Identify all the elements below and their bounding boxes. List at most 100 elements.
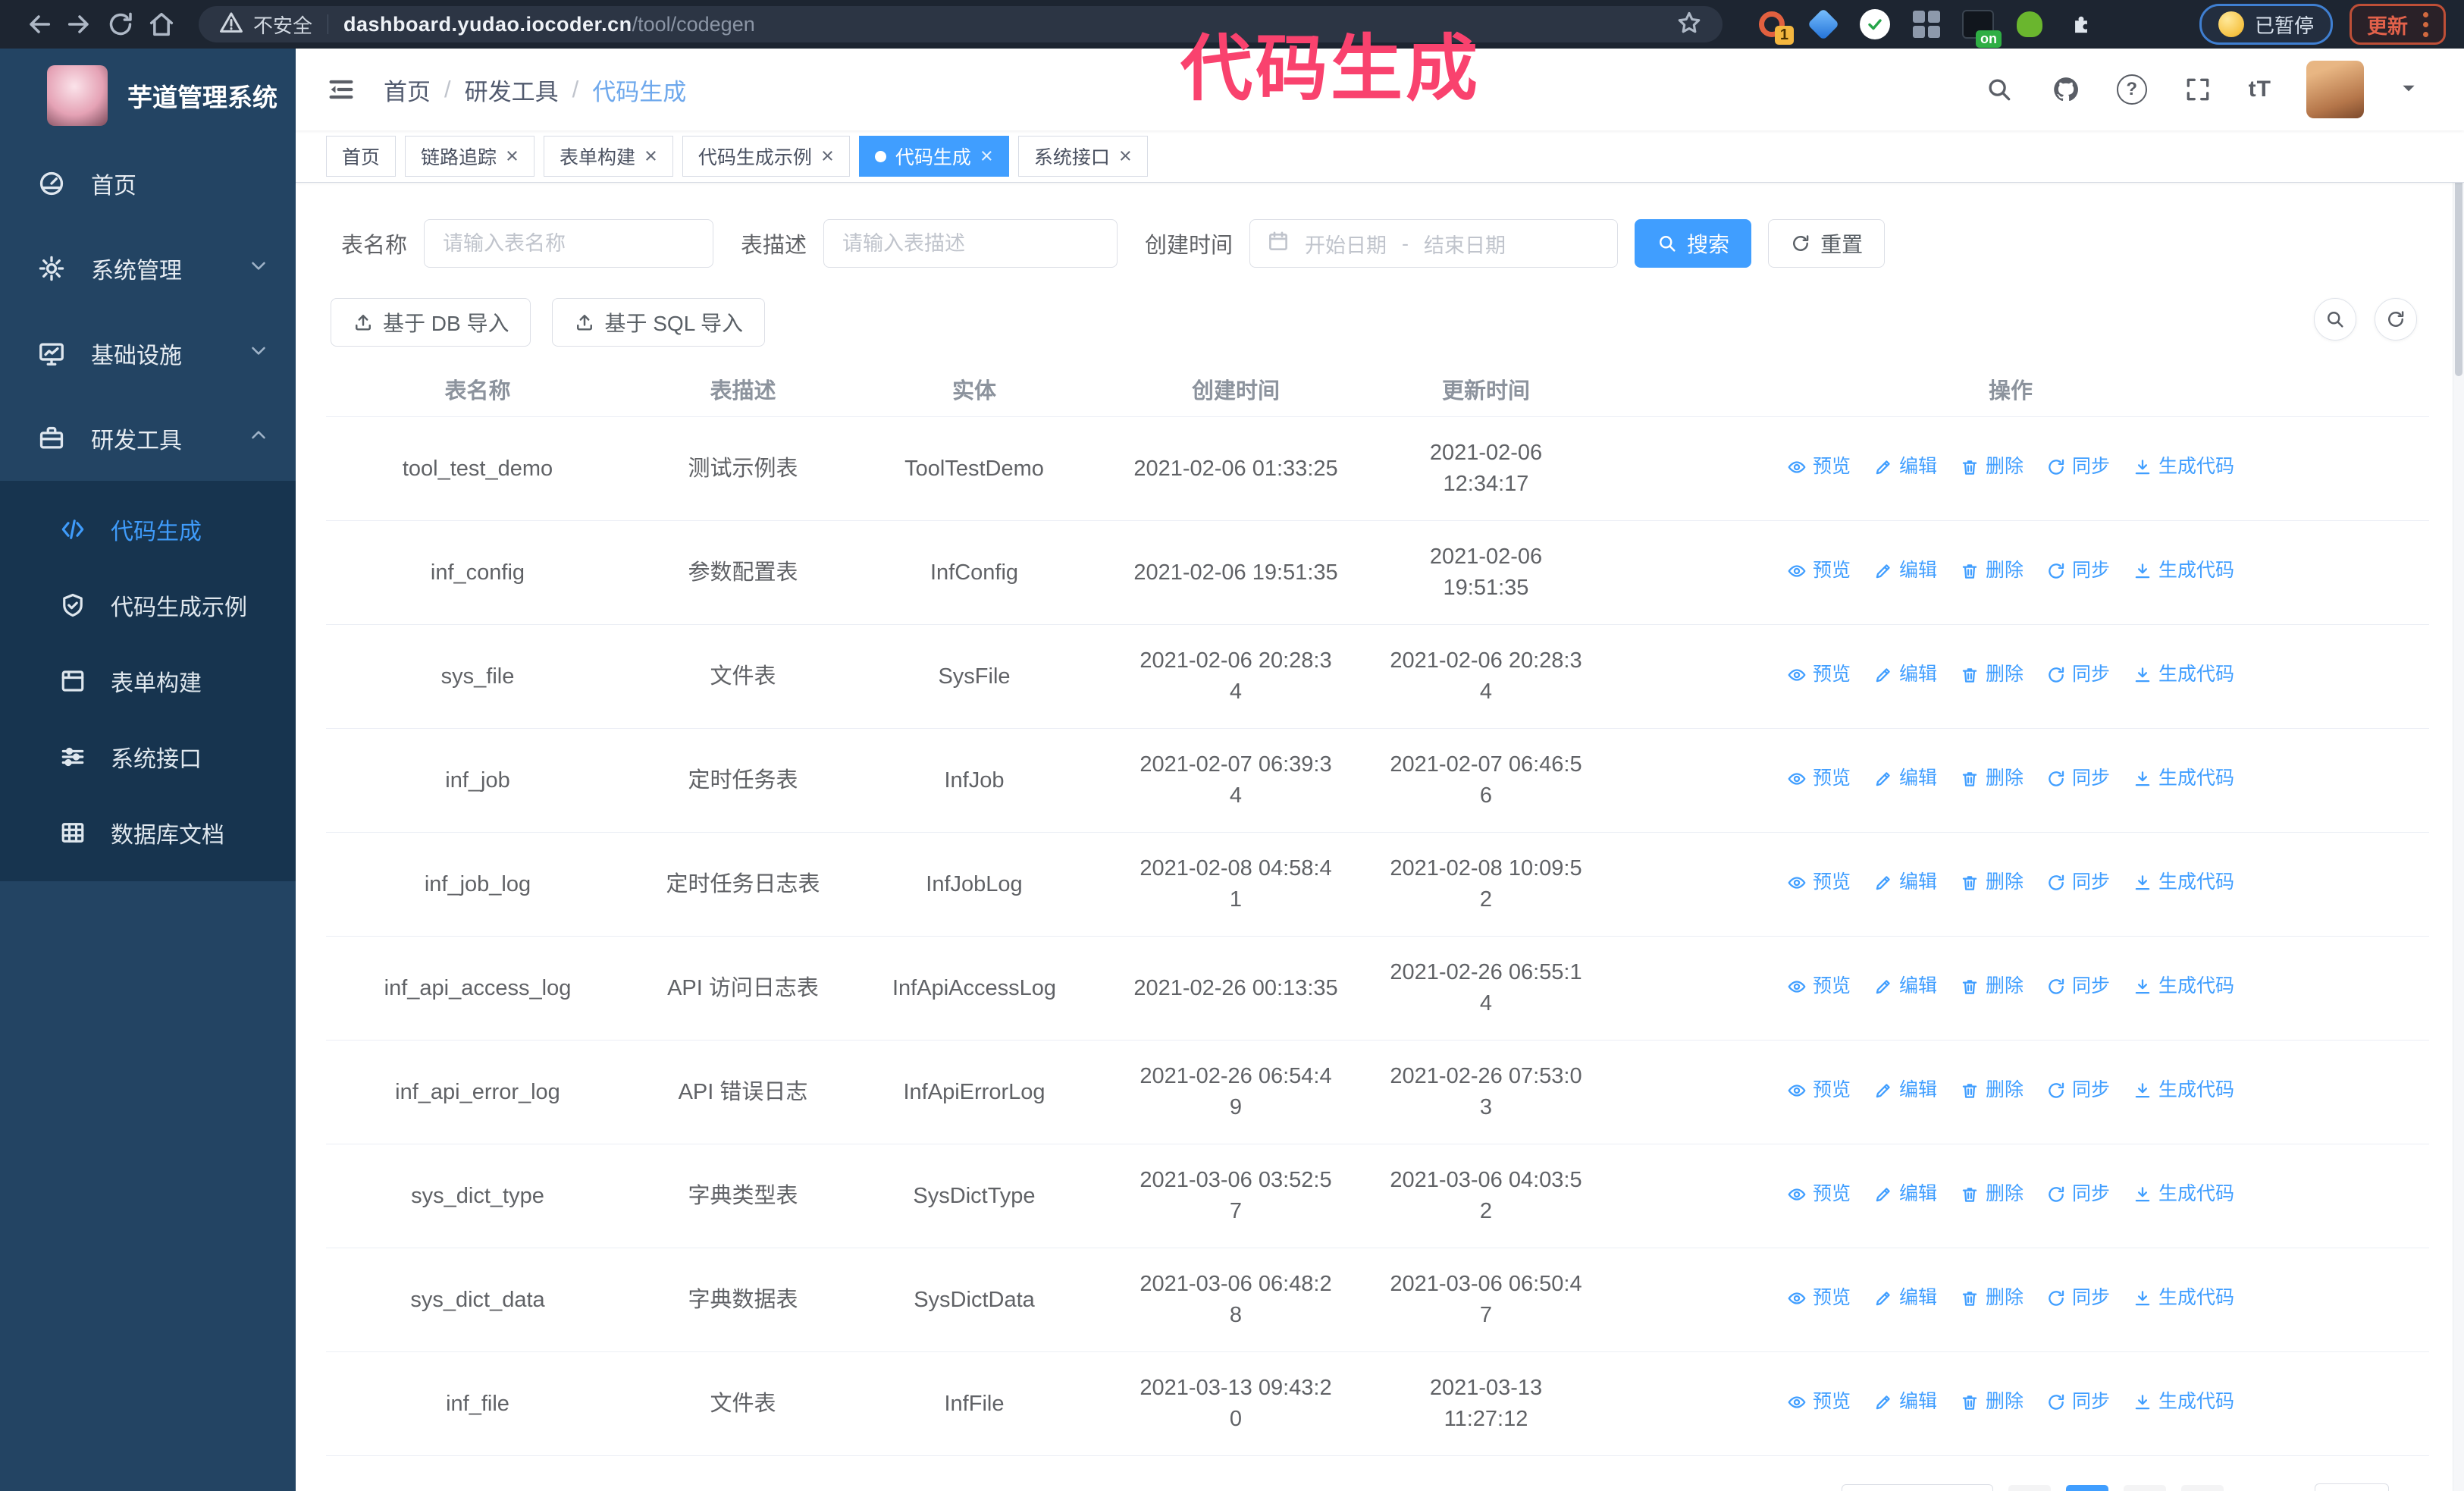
- edit-link[interactable]: 编辑: [1873, 867, 1937, 898]
- sync-link[interactable]: 同步: [2046, 971, 2110, 1002]
- table-row[interactable]: inf_job_log 定时任务日志表 InfJobLog 2021-02-08 04…: [326, 833, 2429, 937]
- vertical-scrollbar[interactable]: [2453, 49, 2464, 1491]
- import-db-button[interactable]: 基于 DB 导入: [331, 298, 531, 347]
- edit-link[interactable]: 编辑: [1873, 1075, 1937, 1106]
- table-row[interactable]: sys_dict_data 字典数据表 SysDictData 2021-03-06 …: [326, 1248, 2429, 1352]
- end-date-placeholder[interactable]: 结束日期: [1424, 229, 1506, 259]
- extension-check-icon[interactable]: [1859, 8, 1891, 40]
- table-row[interactable]: inf_config 参数配置表 InfConfig 2021-02-06 19:51…: [326, 521, 2429, 625]
- preview-link[interactable]: 预览: [1787, 1179, 1851, 1210]
- url-path[interactable]: /tool/codegen: [632, 13, 755, 36]
- sync-link[interactable]: 同步: [2046, 555, 2110, 586]
- tab-系统接口[interactable]: 系统接口 ×: [1017, 136, 1148, 177]
- fullscreen-icon[interactable]: [2182, 74, 2214, 105]
- delete-link[interactable]: 删除: [1960, 451, 2024, 482]
- extension-green-icon[interactable]: [2014, 8, 2045, 40]
- search-button[interactable]: 搜索: [1635, 219, 1752, 268]
- goto-page-input[interactable]: [2315, 1483, 2389, 1491]
- edit-link[interactable]: 编辑: [1873, 763, 1937, 794]
- edit-link[interactable]: 编辑: [1873, 659, 1937, 690]
- preview-link[interactable]: 预览: [1787, 1386, 1851, 1417]
- generate-code-link[interactable]: 生成代码: [2133, 1282, 2234, 1314]
- sidebar-item-db-doc[interactable]: 数据库文档: [0, 795, 296, 871]
- generate-code-link[interactable]: 生成代码: [2133, 1179, 2234, 1210]
- date-range-picker[interactable]: 开始日期 - 结束日期: [1249, 219, 1619, 268]
- tab-链路追踪[interactable]: 链路追踪 ×: [405, 136, 534, 177]
- sidebar-item-codegen[interactable]: 代码生成: [0, 491, 296, 567]
- puzzle-extensions-icon[interactable]: [2065, 8, 2097, 40]
- help-icon[interactable]: ?: [2116, 74, 2147, 105]
- generate-code-link[interactable]: 生成代码: [2133, 763, 2234, 794]
- delete-link[interactable]: 删除: [1960, 555, 2024, 586]
- security-label[interactable]: 不安全: [253, 11, 312, 39]
- forward-icon[interactable]: [59, 4, 100, 45]
- reload-icon[interactable]: [100, 4, 141, 45]
- preview-link[interactable]: 预览: [1787, 763, 1851, 794]
- edit-link[interactable]: 编辑: [1873, 1386, 1937, 1417]
- sidebar-item-devtools[interactable]: 研发工具: [0, 396, 296, 481]
- import-sql-button[interactable]: 基于 SQL 导入: [552, 298, 766, 347]
- generate-code-link[interactable]: 生成代码: [2133, 971, 2234, 1002]
- table-desc-input[interactable]: [823, 219, 1118, 268]
- extension-grid-icon[interactable]: [1911, 8, 1942, 40]
- edit-link[interactable]: 编辑: [1873, 1282, 1937, 1314]
- delete-link[interactable]: 删除: [1960, 1179, 2024, 1210]
- generate-code-link[interactable]: 生成代码: [2133, 555, 2234, 586]
- table-row[interactable]: inf_job 定时任务表 InfJob 2021-02-07 06:39:3 4 202…: [326, 729, 2429, 833]
- preview-link[interactable]: 预览: [1787, 867, 1851, 898]
- tab-代码生成示例[interactable]: 代码生成示例 ×: [682, 136, 850, 177]
- page-size-select[interactable]: 10条/页: [1842, 1484, 1993, 1491]
- table-row[interactable]: sys_file 文件表 SysFile 2021-02-06 20:28:3 4 202…: [326, 625, 2429, 729]
- sidebar-item-home[interactable]: 首页: [0, 141, 296, 226]
- preview-link[interactable]: 预览: [1787, 451, 1851, 482]
- browser-menu-icon[interactable]: [2423, 11, 2428, 37]
- hide-search-button[interactable]: [2314, 298, 2356, 341]
- preview-link[interactable]: 预览: [1787, 659, 1851, 690]
- sync-link[interactable]: 同步: [2046, 1282, 2110, 1314]
- user-avatar[interactable]: [2306, 61, 2364, 118]
- table-row[interactable]: tool_test_demo 测试示例表 ToolTestDemo 2021-02-0…: [326, 417, 2429, 521]
- back-icon[interactable]: [18, 4, 59, 45]
- preview-link[interactable]: 预览: [1787, 1075, 1851, 1106]
- update-browser-button[interactable]: 更新: [2350, 4, 2446, 45]
- table-row[interactable]: inf_api_access_log API 访问日志表 InfApiAccessL…: [326, 937, 2429, 1041]
- delete-link[interactable]: 删除: [1960, 971, 2024, 1002]
- sync-link[interactable]: 同步: [2046, 867, 2110, 898]
- search-icon[interactable]: [1983, 74, 2015, 105]
- edit-link[interactable]: 编辑: [1873, 555, 1937, 586]
- generate-code-link[interactable]: 生成代码: [2133, 451, 2234, 482]
- sync-link[interactable]: 同步: [2046, 1179, 2110, 1210]
- generate-code-link[interactable]: 生成代码: [2133, 1386, 2234, 1417]
- tab-代码生成[interactable]: 代码生成 ×: [858, 136, 1009, 177]
- breadcrumb-home[interactable]: 首页: [384, 73, 431, 107]
- generate-code-link[interactable]: 生成代码: [2133, 867, 2234, 898]
- delete-link[interactable]: 删除: [1960, 1075, 2024, 1106]
- prev-page-button[interactable]: [2008, 1485, 2051, 1491]
- close-icon[interactable]: ×: [506, 145, 519, 168]
- extension-orange-icon[interactable]: 1: [1756, 8, 1794, 45]
- page-button-1[interactable]: 1: [2066, 1485, 2108, 1491]
- bookmark-star-icon[interactable]: [1676, 9, 1703, 40]
- generate-code-link[interactable]: 生成代码: [2133, 659, 2234, 690]
- preview-link[interactable]: 预览: [1787, 1282, 1851, 1314]
- address-bar[interactable]: 不安全 dashboard.yudao.iocoder.cn /tool/cod…: [199, 6, 1723, 42]
- edit-link[interactable]: 编辑: [1873, 451, 1937, 482]
- edit-link[interactable]: 编辑: [1873, 971, 1937, 1002]
- breadcrumb-devtools[interactable]: 研发工具: [465, 73, 559, 107]
- sidebar-item-codegen-example[interactable]: 代码生成示例: [0, 567, 296, 643]
- tab-首页[interactable]: 首页: [326, 136, 397, 177]
- delete-link[interactable]: 删除: [1960, 1282, 2024, 1314]
- close-icon[interactable]: ×: [980, 145, 993, 168]
- close-icon[interactable]: ×: [1119, 145, 1132, 168]
- sidebar-item-form-builder[interactable]: 表单构建: [0, 643, 296, 719]
- sync-link[interactable]: 同步: [2046, 1075, 2110, 1106]
- sidebar-item-infra[interactable]: 基础设施: [0, 311, 296, 396]
- close-icon[interactable]: ×: [821, 145, 834, 168]
- github-icon[interactable]: [2050, 74, 2082, 105]
- edit-link[interactable]: 编辑: [1873, 1179, 1937, 1210]
- tab-表单构建[interactable]: 表单构建 ×: [543, 136, 673, 177]
- close-icon[interactable]: ×: [644, 145, 657, 168]
- table-row[interactable]: inf_api_error_log API 错误日志 InfApiErrorLog 2…: [326, 1041, 2429, 1144]
- app-logo-row[interactable]: 芋道管理系统: [0, 49, 296, 141]
- delete-link[interactable]: 删除: [1960, 659, 2024, 690]
